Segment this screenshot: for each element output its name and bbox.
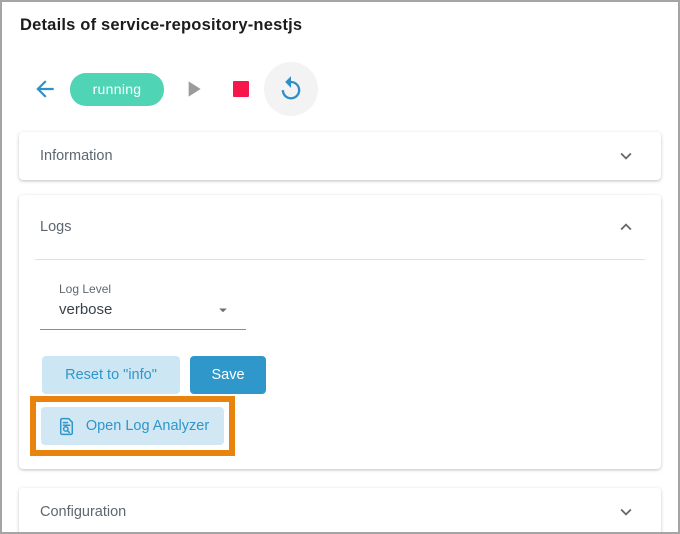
start-service-button[interactable] (180, 76, 206, 102)
open-log-analyzer-label: Open Log Analyzer (86, 418, 209, 434)
logs-panel-label: Logs (40, 219, 71, 235)
log-level-select[interactable]: Log Level verbose (40, 282, 246, 330)
chevron-up-icon (615, 216, 637, 238)
information-panel-header[interactable]: Information (19, 132, 661, 180)
chevron-down-icon (615, 501, 637, 523)
stop-square-icon (233, 81, 249, 97)
configuration-panel-header[interactable]: Configuration (19, 488, 661, 534)
information-panel: Information (19, 132, 661, 180)
back-button[interactable] (32, 76, 58, 102)
service-controls-toolbar: running (2, 62, 678, 116)
arrow-left-icon (32, 76, 58, 102)
page-title: Details of service-repository-nestjs (2, 2, 678, 35)
dropdown-arrow-icon (214, 301, 232, 319)
configuration-panel-label: Configuration (40, 504, 126, 520)
service-details-page: Details of service-repository-nestjs run… (0, 0, 680, 534)
annotation-highlight-rectangle: Open Log Analyzer (30, 396, 235, 456)
log-level-actions: Reset to "info" Save (42, 356, 637, 394)
log-level-value: verbose (59, 300, 214, 320)
open-log-analyzer-button[interactable]: Open Log Analyzer (41, 407, 224, 445)
logs-panel-header[interactable]: Logs (19, 195, 661, 259)
status-badge: running (70, 73, 164, 106)
logs-panel: Logs Log Level verbose Reset to "info" S… (19, 195, 661, 469)
chevron-down-icon (615, 145, 637, 167)
log-analyzer-icon (56, 416, 77, 437)
reset-log-level-button[interactable]: Reset to "info" (42, 356, 180, 394)
information-panel-label: Information (40, 148, 113, 164)
play-icon (180, 76, 206, 102)
stop-service-button[interactable] (232, 80, 250, 98)
logs-panel-body: Log Level verbose Reset to "info" Save (19, 260, 661, 469)
configuration-panel: Configuration (19, 488, 661, 534)
restart-service-button[interactable] (264, 62, 318, 116)
save-log-level-button[interactable]: Save (190, 356, 266, 394)
log-level-label: Log Level (40, 282, 246, 296)
replay-icon (277, 75, 305, 103)
